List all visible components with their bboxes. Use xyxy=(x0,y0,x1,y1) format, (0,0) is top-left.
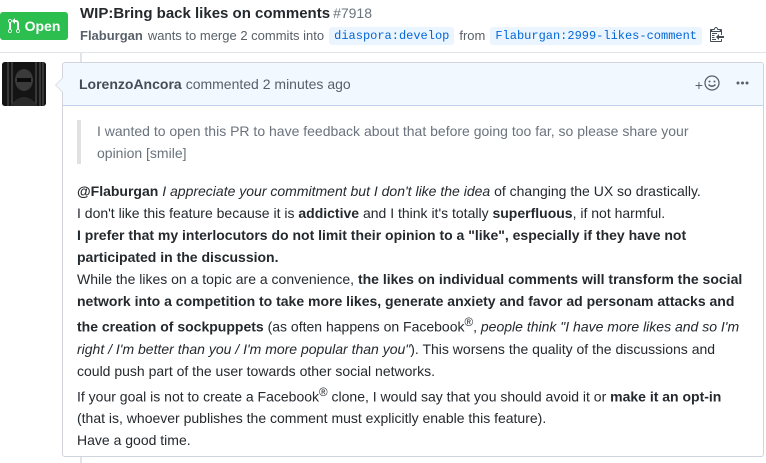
p1-text: of changing the UX so drastically. xyxy=(490,183,701,199)
user-mention[interactable]: @Flaburgan xyxy=(77,183,158,199)
paragraph-3: I prefer that my interlocutors do not li… xyxy=(77,224,747,268)
pr-meta: Flaburgan wants to merge 2 commits into … xyxy=(80,26,724,45)
p5-text-1: If your goal is not to create a Facebook xyxy=(77,388,320,405)
comment-action: commented xyxy=(185,76,259,92)
p3-bold: I prefer that my interlocutors do not li… xyxy=(77,227,687,265)
registered-mark: ® xyxy=(319,385,328,399)
paragraph-2: I don't like this feature because it is … xyxy=(77,202,747,224)
paragraph-1: @Flaburgan I appreciate your commitment … xyxy=(77,180,747,202)
clippy-icon[interactable] xyxy=(710,26,724,45)
comment-author-link[interactable]: LorenzoAncora xyxy=(79,76,182,92)
avatar[interactable] xyxy=(2,62,46,106)
quoted-text: I wanted to open this PR to have feedbac… xyxy=(77,120,747,164)
add-reaction-button[interactable]: + xyxy=(695,75,720,94)
smiley-icon xyxy=(704,75,720,94)
pr-title: WIP:Bring back likes on comments xyxy=(80,5,331,22)
merge-text: wants to merge 2 commits into xyxy=(147,28,325,43)
git-pull-request-icon xyxy=(7,18,20,34)
quote-paragraph: I wanted to open this PR to have feedbac… xyxy=(97,123,689,161)
comment-box: LorenzoAncora commented 2 minutes ago + … xyxy=(55,62,764,457)
add-reaction-plus: + xyxy=(694,76,703,93)
p4-text-1: While the likes on a topic are a conveni… xyxy=(77,271,358,287)
p4-text-3: , xyxy=(473,318,481,335)
p5-text-3: (that is, whoever publishes the comment … xyxy=(77,410,547,427)
pr-state-badge: Open xyxy=(0,12,68,40)
p2-text-3: , if not harmful. xyxy=(572,205,666,221)
comment-header: LorenzoAncora commented 2 minutes ago + xyxy=(63,63,763,106)
p5-text-2: clone, I would say that you should avoid… xyxy=(327,388,611,405)
comment-actions: + xyxy=(695,75,749,94)
comment-body: I wanted to open this PR to have feedbac… xyxy=(63,106,763,451)
paragraph-5: If your goal is not to create a Facebook… xyxy=(77,382,747,430)
pr-number: #7918 xyxy=(333,5,372,21)
p2-text-1: I don't like this feature because it is xyxy=(77,205,299,221)
pr-header: Open WIP:Bring back likes on comments #79… xyxy=(0,0,766,53)
p2-bold-1: addictive xyxy=(298,205,360,221)
p5-bold: make it an opt-in xyxy=(610,388,722,405)
base-branch[interactable]: diaspora:develop xyxy=(329,26,455,45)
comment-timestamp[interactable]: 2 minutes ago xyxy=(263,76,351,92)
p4-text-2: (as often happens on Facebook xyxy=(263,318,465,335)
head-branch[interactable]: Flaburgan:2999-likes-comment xyxy=(490,26,702,45)
pr-state-label: Open xyxy=(24,18,61,34)
from-text: from xyxy=(459,28,486,43)
p2-bold-2: superfluous xyxy=(492,205,573,221)
p1-emphasis: I appreciate your commitment but I don't… xyxy=(162,183,491,199)
paragraph-6: Have a good time. xyxy=(77,432,191,449)
p2-text-2: and I think it's totally xyxy=(359,205,493,221)
pr-title-row: WIP:Bring back likes on comments #7918 xyxy=(80,5,372,22)
pr-author-link[interactable]: Flaburgan xyxy=(80,28,143,43)
paragraph-4: While the likes on a topic are a conveni… xyxy=(77,268,747,382)
kebab-horizontal-icon[interactable] xyxy=(736,75,749,94)
registered-mark: ® xyxy=(464,316,474,329)
